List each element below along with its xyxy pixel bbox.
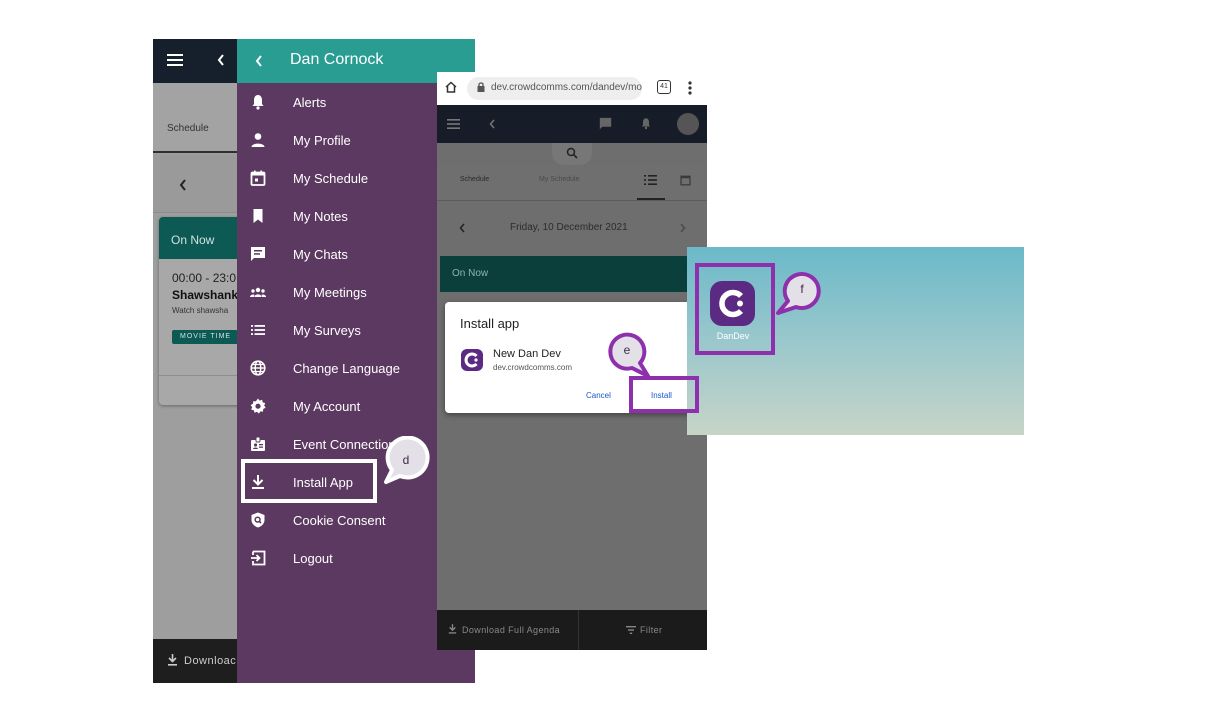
person-icon: [250, 132, 266, 148]
bottom-bar: Download Full Agenda Filter: [437, 610, 707, 650]
date-navigation: Friday, 10 December 2021: [437, 212, 707, 244]
search-tab[interactable]: [552, 143, 592, 165]
callout-e: e: [608, 332, 650, 378]
app-name: New Dan Dev: [493, 348, 561, 360]
user-name: Dan Cornock: [290, 51, 384, 68]
calendar-icon: [250, 170, 266, 186]
menu-label: Logout: [293, 551, 333, 566]
previous-day-icon[interactable]: [179, 179, 187, 191]
search-icon: [566, 147, 578, 159]
menu-label: Alerts: [293, 95, 327, 110]
download-icon: [448, 624, 457, 634]
tab-my-schedule[interactable]: My Schedule: [539, 176, 579, 183]
bell-icon: [250, 94, 266, 110]
lock-icon: [477, 82, 485, 92]
callout-f: f: [776, 272, 821, 315]
logout-icon: [250, 550, 266, 566]
session-description: Watch shawsha: [172, 306, 229, 315]
cancel-button[interactable]: Cancel: [586, 391, 611, 400]
back-chevron-icon[interactable]: [489, 119, 495, 129]
dialog-title: Install app: [460, 316, 520, 331]
download-icon: [167, 654, 178, 666]
active-tab-indicator: [637, 198, 665, 200]
download-agenda-button[interactable]: Downloac: [184, 655, 236, 667]
download-agenda-button[interactable]: Download Full Agenda: [437, 610, 577, 650]
list-icon: [250, 322, 266, 338]
calendar-view-icon[interactable]: [680, 174, 691, 186]
previous-day-icon[interactable]: [459, 223, 465, 233]
hamburger-menu-icon[interactable]: [447, 119, 460, 129]
back-chevron-icon[interactable]: [217, 54, 225, 66]
session-time: 00:00 - 23:0: [172, 271, 237, 285]
menu-label: My Account: [293, 399, 361, 414]
avatar[interactable]: [677, 113, 699, 135]
menu-label: My Schedule: [293, 171, 369, 186]
session-tag: MOVIE TIME: [172, 330, 238, 344]
globe-icon: [250, 360, 266, 376]
callout-d: d: [384, 436, 430, 484]
on-now-card[interactable]: On Now: [440, 256, 704, 292]
highlight-install-button: [629, 376, 699, 413]
list-view-icon[interactable]: [644, 174, 658, 186]
menu-label: My Profile: [293, 133, 351, 148]
highlight-install-app: [241, 459, 377, 503]
bookmark-icon: [250, 208, 266, 224]
gear-icon: [250, 398, 266, 414]
tab-count-button[interactable]: 41: [657, 80, 671, 94]
bell-icon[interactable]: [640, 117, 652, 130]
group-icon: [250, 284, 266, 300]
schedule-tabs: Schedule My Schedule: [437, 165, 707, 201]
more-vertical-icon[interactable]: [688, 81, 692, 95]
home-icon[interactable]: [445, 81, 457, 93]
menu-label: My Notes: [293, 209, 348, 224]
hamburger-menu-icon[interactable]: [167, 53, 183, 67]
tab-schedule[interactable]: Schedule: [167, 123, 209, 134]
chat-icon: [250, 246, 266, 262]
app-domain: dev.crowdcomms.com: [493, 363, 572, 372]
menu-label: Change Language: [293, 361, 400, 376]
app-screen-left: Schedule On Now 00:00 - 23:0 Shawshank W…: [153, 39, 475, 683]
browser-address-bar: dev.crowdcomms.com/dandev/mo 41: [437, 72, 707, 105]
callout-e-label: e: [624, 343, 631, 357]
app-logo-icon: [461, 349, 483, 371]
on-now-label: On Now: [452, 268, 489, 279]
badge-icon: [250, 436, 266, 452]
shield-icon: [250, 512, 266, 528]
session-title: Shawshank: [172, 288, 239, 302]
tab-schedule[interactable]: Schedule: [460, 176, 489, 183]
current-date: Friday, 10 December 2021: [510, 222, 628, 233]
filter-icon: [626, 626, 636, 634]
menu-label: Cookie Consent: [293, 513, 386, 528]
app-top-bar: [437, 105, 707, 143]
menu-label: My Chats: [293, 247, 348, 262]
url-text: dev.crowdcomms.com/dandev/mo: [491, 82, 642, 93]
download-label: Download Full Agenda: [462, 625, 561, 635]
chat-icon[interactable]: [599, 117, 612, 130]
menu-label: My Meetings: [293, 285, 367, 300]
menu-label: My Surveys: [293, 323, 361, 338]
callout-d-label: d: [403, 453, 410, 467]
highlight-app-icon: [695, 263, 775, 355]
filter-label: Filter: [640, 625, 663, 635]
filter-button[interactable]: Filter: [579, 610, 707, 650]
next-day-icon[interactable]: [680, 223, 686, 233]
close-drawer-chevron-icon[interactable]: [255, 55, 263, 67]
